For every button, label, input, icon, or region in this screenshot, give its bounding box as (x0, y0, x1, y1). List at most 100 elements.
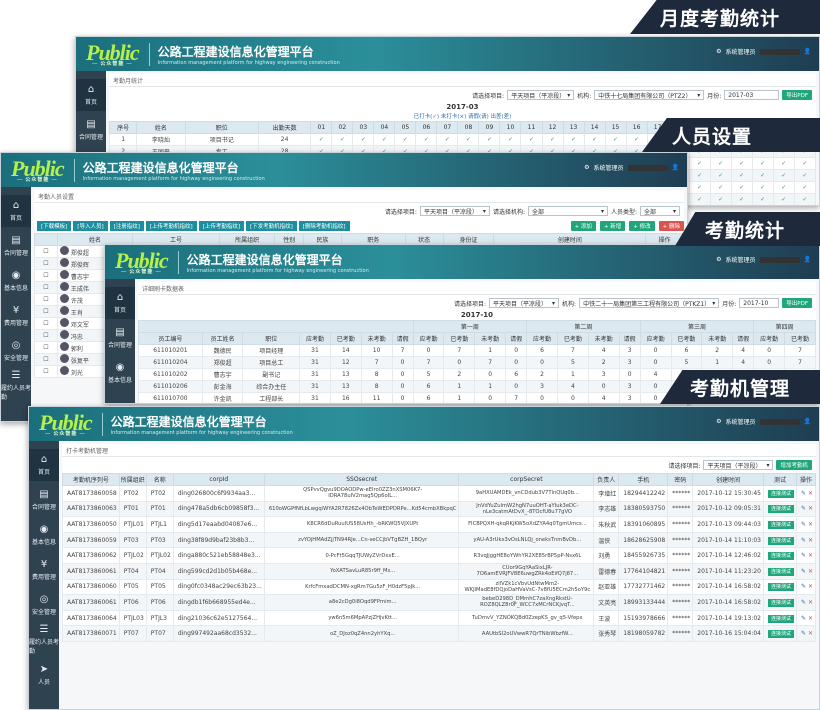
toolbar-button[interactable]: [上传考勤机指纹] (145, 221, 197, 231)
delete-icon[interactable]: ✕ (808, 615, 813, 622)
table-cell: 2017-10-14 16:58:02 (692, 578, 764, 596)
connection-test-button[interactable]: 连接测试 (767, 598, 794, 607)
section-select[interactable]: 平天项目（平凉段） ▾ (703, 460, 774, 470)
edit-icon[interactable]: ✎ (801, 568, 806, 575)
user-menu[interactable]: ⚙ 系统管理员 👤 (716, 417, 811, 426)
connection-test-button[interactable]: 连接测试 (767, 505, 794, 514)
gear-icon[interactable]: ⚙ (584, 164, 589, 171)
edit-icon[interactable]: ✎ (801, 505, 806, 512)
edit-icon[interactable]: ✎ (801, 583, 806, 590)
connection-test-button[interactable]: 连接测试 (767, 614, 794, 623)
user-menu[interactable]: ⚙ 系统管理员 👤 (716, 47, 811, 56)
sidebar-item-home[interactable]: ⌂ 首页 (105, 287, 135, 319)
add-device-button[interactable]: 增加考勤机 (776, 460, 812, 470)
sidebar-item-attendance[interactable]: ☰ 履约人员考勤 (1, 370, 31, 402)
sidebar-item-contract[interactable]: ▤ 合同管理 (76, 114, 106, 146)
connection-test-button[interactable]: 连接测试 (767, 536, 794, 545)
toolbar-button[interactable]: [注册指纹] (109, 221, 144, 231)
gear-icon[interactable]: ⚙ (716, 256, 721, 263)
gear-icon[interactable]: ⚙ (716, 418, 721, 425)
action-button[interactable]: + 添加 (570, 221, 596, 231)
type-select[interactable]: 全部 ▾ (640, 206, 680, 216)
user-icon[interactable]: 👤 (804, 418, 811, 425)
sidebar-item-info[interactable]: ◉ 基本信息 (1, 265, 31, 297)
action-button[interactable]: + 删除 (658, 221, 684, 231)
sidebar-item-info[interactable]: ◉ 基本信息 (29, 519, 59, 551)
delete-icon[interactable]: ✕ (808, 521, 813, 528)
user-icon[interactable]: 👤 (804, 256, 811, 263)
home-icon: ⌂ (12, 199, 20, 211)
sidebar-item-personnel[interactable]: ➤ 人员 (29, 659, 59, 691)
connection-test-button[interactable]: 连接测试 (767, 489, 794, 498)
edit-icon[interactable]: ✎ (801, 521, 806, 528)
checkbox[interactable]: ☐ (34, 305, 58, 318)
connection-test-button[interactable]: 连接测试 (767, 583, 794, 592)
checkbox[interactable]: ☐ (34, 281, 58, 294)
delete-icon[interactable]: ✕ (808, 583, 813, 590)
sidebar-item-home[interactable]: ⌂ 首页 (1, 195, 31, 227)
org-select[interactable]: 中铁十七局集团有限公司（PTZ2） ▾ (594, 90, 705, 100)
sidebar-item-info[interactable]: ◉ 基本信息 (105, 357, 135, 389)
gear-icon[interactable]: ⚙ (716, 48, 721, 55)
export-pdf-button[interactable]: 导出PDF (782, 90, 812, 100)
action-button[interactable]: + 新增 (599, 221, 626, 231)
section-select[interactable]: 平天项目（平凉段） ▾ (489, 298, 560, 308)
checkbox[interactable]: ☐ (34, 245, 58, 258)
month-input[interactable]: 2017-10 (739, 298, 780, 308)
checkbox[interactable]: ☐ (34, 365, 58, 378)
user-menu[interactable]: ⚙ 系统管理员 👤 (584, 163, 679, 172)
checkbox[interactable]: ☐ (34, 317, 58, 330)
action-button[interactable]: + 修改 (629, 221, 655, 231)
delete-icon[interactable]: ✕ (808, 537, 813, 544)
checkbox[interactable]: ☐ (34, 341, 58, 354)
sidebar-item-safety[interactable]: ◎ 安全管理 (29, 589, 59, 621)
month-input[interactable]: 2017-03 (724, 90, 780, 100)
banner-stats: 考勤统计 (675, 212, 820, 246)
delete-icon[interactable]: ✕ (808, 599, 813, 606)
delete-icon[interactable]: ✕ (808, 630, 813, 637)
checkbox[interactable]: ☐ (34, 257, 58, 270)
connection-test-button[interactable]: 连接测试 (767, 630, 794, 639)
org-select[interactable]: 中铁二十一局集团第三工程有限公司（PTKZ1） ▾ (579, 298, 720, 308)
export-pdf-button[interactable]: 导出PDF (782, 298, 812, 308)
connection-test-button[interactable]: 连接测试 (767, 567, 794, 576)
connection-test-button[interactable]: 连接测试 (767, 552, 794, 561)
checkbox[interactable]: ☐ (34, 269, 58, 282)
edit-icon[interactable]: ✎ (801, 630, 806, 637)
delete-icon[interactable]: ✕ (808, 490, 813, 497)
edit-icon[interactable]: ✎ (801, 599, 806, 606)
delete-icon[interactable]: ✕ (808, 505, 813, 512)
sidebar-item-home[interactable]: ⌂ 首页 (76, 79, 106, 111)
user-icon[interactable]: 👤 (672, 164, 679, 171)
section-select[interactable]: 平天项目（平凉段） ▾ (419, 206, 490, 216)
toolbar-button[interactable]: [下载模板] (37, 221, 72, 231)
table-cell: 4 (732, 356, 755, 369)
sidebar-item-contract[interactable]: ▤ 合同管理 (1, 230, 31, 262)
edit-icon[interactable]: ✎ (801, 615, 806, 622)
checkbox[interactable]: ☐ (34, 329, 58, 342)
delete-icon[interactable]: ✕ (808, 568, 813, 575)
sidebar-item-safety[interactable]: ◎ 安全管理 (1, 335, 31, 367)
edit-icon[interactable]: ✎ (801, 537, 806, 544)
user-menu[interactable]: ⚙ 系统管理员 👤 (716, 255, 811, 264)
toolbar-button[interactable]: [删除考勤机指纹] (298, 221, 350, 231)
sidebar-item-home[interactable]: ⌂ 首页 (29, 449, 59, 481)
edit-icon[interactable]: ✎ (801, 552, 806, 559)
checkbox[interactable]: ☐ (34, 293, 58, 306)
section-select[interactable]: 平天项目（平凉段） ▾ (507, 90, 575, 100)
user-icon[interactable]: 👤 (804, 48, 811, 55)
toolbar-button[interactable]: [上传考勤指纹] (198, 221, 244, 231)
checkbox[interactable]: ☐ (34, 353, 58, 366)
sidebar-item-fees[interactable]: ¥ 费用管理 (29, 554, 59, 586)
table-cell: 2017-10-14 11:10:03 (692, 531, 764, 549)
toolbar-button[interactable]: [导入人员] (73, 221, 108, 231)
sidebar-item-contract[interactable]: ▤ 合同管理 (105, 322, 135, 354)
org-select[interactable]: 全部 ▾ (527, 206, 608, 216)
toolbar-button[interactable]: [下发考勤机指纹] (245, 221, 297, 231)
edit-icon[interactable]: ✎ (801, 490, 806, 497)
connection-test-button[interactable]: 连接测试 (767, 520, 794, 529)
sidebar-item-contract[interactable]: ▤ 合同管理 (29, 484, 59, 516)
sidebar-item-fees[interactable]: ¥ 费用管理 (1, 300, 31, 332)
delete-icon[interactable]: ✕ (808, 552, 813, 559)
sidebar-item-attendance[interactable]: ☰ 履约人员考勤 (29, 624, 59, 656)
